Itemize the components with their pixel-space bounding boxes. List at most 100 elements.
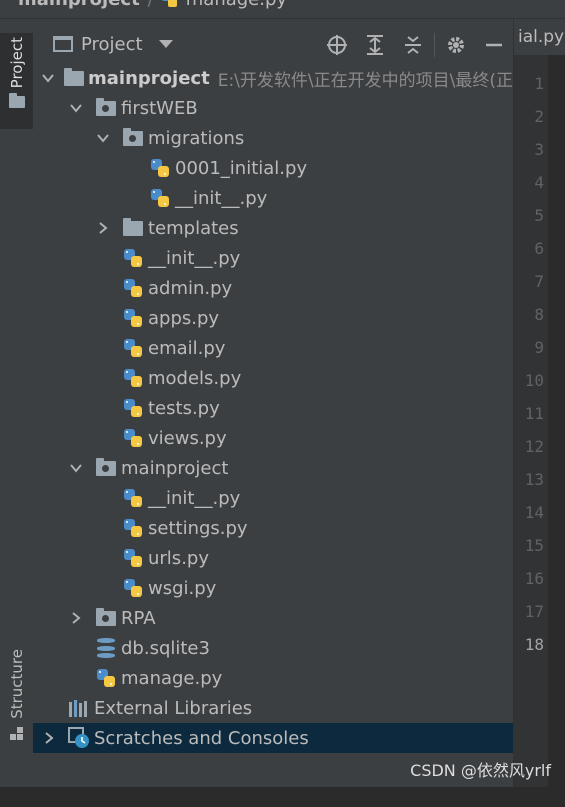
tree-item-label: settings.py <box>148 517 248 539</box>
tree-item-label: email.py <box>148 337 226 359</box>
tree-row[interactable]: tests.py <box>33 393 513 423</box>
tree-row[interactable]: firstWEB <box>33 93 513 123</box>
tree-item-label: mainproject <box>121 457 229 479</box>
bottom-tool-tab[interactable] <box>0 779 33 807</box>
python-file-icon <box>122 517 144 539</box>
folder-icon <box>8 93 25 109</box>
expand-all-icon[interactable] <box>356 31 394 59</box>
left-tool-strip: Project Structure <box>0 19 34 787</box>
tree-item-label: migrations <box>148 127 245 149</box>
chevron-down-icon[interactable] <box>41 70 55 86</box>
tree-item-label: __init__.py <box>148 247 241 269</box>
minimize-icon[interactable] <box>475 31 513 59</box>
line-number: 17 <box>524 602 544 621</box>
tree-item-label: External Libraries <box>94 697 253 719</box>
chevron-right-icon[interactable] <box>68 610 84 626</box>
tree-row[interactable]: admin.py <box>33 273 513 303</box>
folder-icon <box>122 217 144 239</box>
line-number: 6 <box>534 239 544 258</box>
tree-row[interactable]: __init__.py <box>33 183 513 213</box>
tree-row[interactable]: urls.py <box>33 543 513 573</box>
tree-row[interactable]: __init__.py <box>33 243 513 273</box>
tree-row[interactable]: RPA <box>33 603 513 633</box>
chevron-down-icon[interactable] <box>68 100 84 116</box>
tree-item-label: admin.py <box>148 277 233 299</box>
chevron-right-icon[interactable] <box>41 730 57 746</box>
tree-row[interactable]: settings.py <box>33 513 513 543</box>
line-number: 4 <box>534 173 544 192</box>
tree-item-label: RPA <box>121 607 156 629</box>
editor-area: ial.py 1 2 3 4 5 6 7 8 9 10 11 12 13 14 15 16 17 18 <box>513 19 565 787</box>
python-file-icon <box>122 247 144 269</box>
tree-row[interactable]: 0001_initial.py <box>33 153 513 183</box>
tree-item-label: firstWEB <box>121 97 198 119</box>
line-number: 10 <box>524 371 544 390</box>
panel-toolbar <box>318 31 513 59</box>
line-number: 2 <box>534 107 544 126</box>
line-number: 16 <box>524 569 544 588</box>
package-folder-icon <box>95 607 117 629</box>
tree-row[interactable]: models.py <box>33 363 513 393</box>
tree-row[interactable]: db.sqlite3 <box>33 633 513 663</box>
tree-row[interactable]: views.py <box>33 423 513 453</box>
python-file-icon <box>95 667 117 689</box>
breadcrumb-separator: / <box>148 0 154 10</box>
tree-item-label: manage.py <box>121 667 223 689</box>
python-file-icon <box>122 307 144 329</box>
tree-item-label: mainproject <box>88 67 210 89</box>
editor-tab[interactable]: ial.py <box>514 19 565 55</box>
tree-row[interactable]: __init__.py <box>33 483 513 513</box>
tree-row[interactable]: mainproject E:\开发软件\正在开发中的项目\最终(正 <box>33 63 513 93</box>
collapse-all-icon[interactable] <box>394 31 432 59</box>
tree-item-label: wsgi.py <box>148 577 217 599</box>
line-number: 7 <box>534 272 544 291</box>
gear-icon[interactable] <box>437 31 475 59</box>
package-folder-icon <box>95 97 117 119</box>
locate-icon[interactable] <box>318 31 356 59</box>
tree-item-label: models.py <box>148 367 242 389</box>
tree-row[interactable]: email.py <box>33 333 513 363</box>
tree-row[interactable]: apps.py <box>33 303 513 333</box>
breadcrumb-file[interactable]: manage.py <box>186 0 287 10</box>
structure-tool-tab[interactable]: Structure <box>0 649 33 767</box>
navigation-bar: mainproject / manage.py <box>0 0 565 19</box>
tree-row[interactable]: External Libraries <box>33 693 513 723</box>
chevron-down-icon[interactable] <box>95 130 111 146</box>
project-path: E:\开发软件\正在开发中的项目\最终(正 <box>217 70 513 91</box>
chevron-down-icon[interactable] <box>158 40 173 48</box>
package-folder-icon <box>122 127 144 149</box>
line-number: 1 <box>534 74 544 93</box>
editor-text-area[interactable] <box>548 55 565 787</box>
tree-item-label: __init__.py <box>175 187 268 209</box>
line-number: 18 <box>524 635 544 654</box>
tree-item-label: tests.py <box>148 397 220 419</box>
scratches-icon <box>68 727 90 749</box>
tree-item-label: Scratches and Consoles <box>94 727 309 749</box>
project-tool-tab[interactable]: Project <box>0 33 33 129</box>
project-tree[interactable]: mainproject E:\开发软件\正在开发中的项目\最终(正 firstWEB… <box>33 63 513 753</box>
tree-row[interactable]: Scratches and Consoles <box>33 723 513 753</box>
tree-row[interactable]: wsgi.py <box>33 573 513 603</box>
tree-item-label: urls.py <box>148 547 209 569</box>
project-view-title[interactable]: Project <box>81 34 143 55</box>
tree-row[interactable]: templates <box>33 213 513 243</box>
breadcrumb-project[interactable]: mainproject <box>18 0 140 10</box>
line-number: 8 <box>534 305 544 324</box>
chevron-down-icon[interactable] <box>68 460 84 476</box>
line-number: 13 <box>524 470 544 489</box>
project-window-icon <box>53 36 73 52</box>
tree-item-label: views.py <box>148 427 227 449</box>
tree-row[interactable]: mainproject <box>33 453 513 483</box>
chevron-right-icon[interactable] <box>95 220 111 236</box>
structure-tab-label: Structure <box>7 649 26 719</box>
database-icon <box>95 637 117 659</box>
libraries-icon <box>68 697 90 719</box>
line-number: 12 <box>524 437 544 456</box>
tree-row[interactable]: manage.py <box>33 663 513 693</box>
tree-item-label: __init__.py <box>148 487 241 509</box>
tree-row[interactable]: migrations <box>33 123 513 153</box>
